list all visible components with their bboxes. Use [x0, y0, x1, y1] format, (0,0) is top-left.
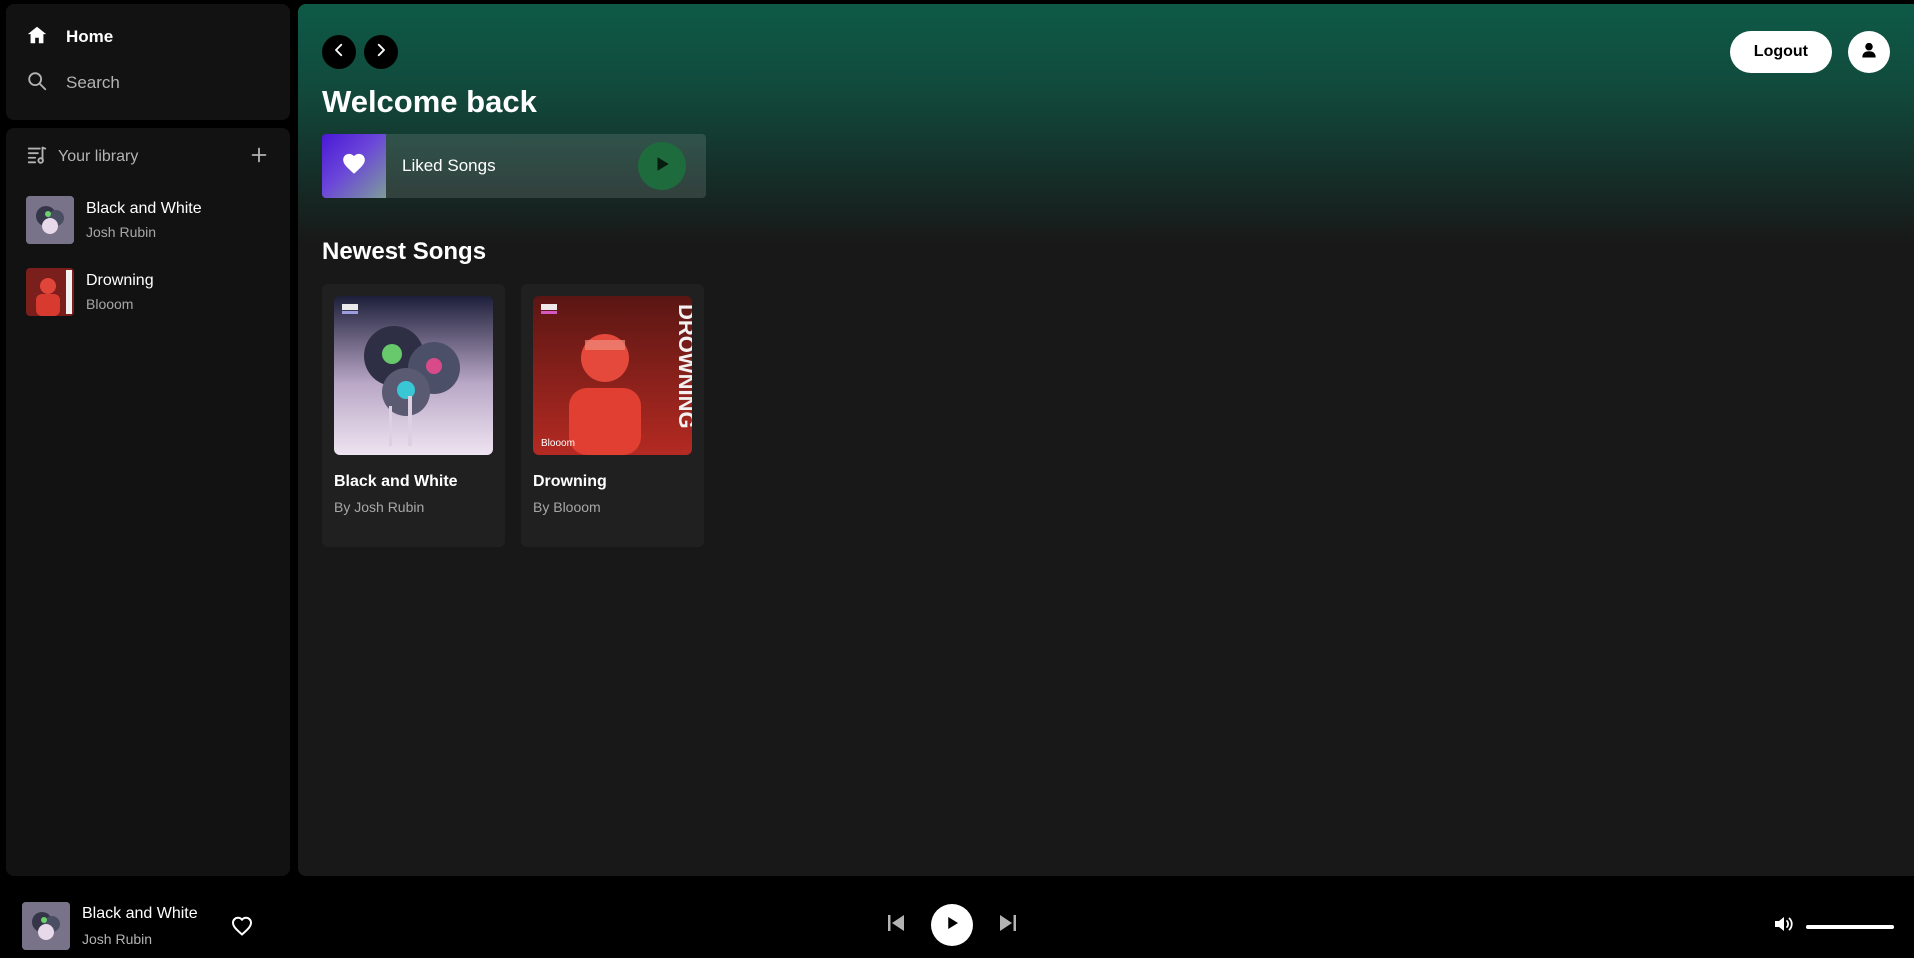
- library-title: Your library: [58, 148, 139, 165]
- chevron-left-icon: [330, 41, 348, 64]
- profile-button[interactable]: [1848, 31, 1890, 73]
- song-card-drowning[interactable]: DROWNING Blooom Drowning By Blooom: [521, 284, 704, 547]
- song-card-artist: By Blooom: [533, 499, 601, 515]
- main-content: Logout Welcome back Liked Songs Newest S…: [298, 4, 1914, 876]
- album-art-black-and-white: [334, 296, 493, 455]
- previous-button[interactable]: [883, 912, 909, 938]
- album-art-black-and-white: [26, 196, 74, 244]
- nav-search[interactable]: Search: [26, 60, 270, 106]
- home-icon: [26, 24, 48, 51]
- song-card-title: Drowning: [533, 473, 607, 490]
- liked-songs-play-button[interactable]: [638, 142, 686, 190]
- now-playing-art: [22, 902, 70, 950]
- volume-icon[interactable]: [1772, 912, 1796, 941]
- next-button[interactable]: [995, 912, 1021, 938]
- album-art-signature: Blooom: [541, 438, 575, 449]
- player-bar: Black and White Josh Rubin: [0, 884, 1914, 958]
- section-title-newest-songs: Newest Songs: [322, 238, 487, 265]
- play-icon: [943, 914, 961, 937]
- topbar-actions: Logout: [1729, 31, 1890, 73]
- newest-songs-grid: Black and White By Josh Rubin DROWNING B…: [322, 284, 1890, 547]
- topbar: Logout: [322, 31, 1890, 73]
- page-title: Welcome back: [322, 84, 537, 119]
- plus-icon[interactable]: [248, 144, 270, 171]
- liked-songs-label: Liked Songs: [402, 156, 496, 175]
- album-art-drowning: [26, 268, 74, 316]
- user-icon: [1859, 40, 1879, 65]
- library-item-artist: Josh Rubin: [86, 224, 157, 240]
- nav-home-label: Home: [66, 27, 114, 46]
- heart-filled-icon: [341, 151, 367, 182]
- volume-control: [1772, 912, 1894, 941]
- volume-slider[interactable]: [1806, 924, 1894, 929]
- sidebar-nav: Home Search: [6, 4, 290, 120]
- library-item-title: Drowning: [86, 272, 154, 289]
- library-toggle[interactable]: Your library: [26, 144, 138, 171]
- liked-songs-art: [322, 134, 386, 198]
- volume-slider-fill: [1806, 924, 1894, 929]
- library-item-drowning[interactable]: Drowning Blooom: [26, 256, 270, 328]
- library-panel: Your library Black and White Josh Rubin …: [6, 128, 290, 876]
- play-pause-button[interactable]: [931, 904, 973, 946]
- search-icon: [26, 70, 48, 97]
- skip-forward-icon: [996, 911, 1020, 940]
- library-list: Black and White Josh Rubin Drowning Bloo…: [26, 184, 270, 328]
- nav-search-label: Search: [66, 73, 120, 92]
- song-card-artist: By Josh Rubin: [334, 499, 425, 515]
- library-icon: [26, 144, 48, 171]
- album-art-text: DROWNING: [674, 304, 692, 429]
- playback-controls: [883, 904, 1021, 946]
- library-item-black-and-white[interactable]: Black and White Josh Rubin: [26, 184, 270, 256]
- now-playing-artist: Josh Rubin: [82, 931, 153, 947]
- nav-home[interactable]: Home: [26, 14, 270, 60]
- logout-button[interactable]: Logout: [1729, 31, 1832, 73]
- liked-songs-card[interactable]: Liked Songs: [322, 134, 706, 198]
- library-header: Your library: [26, 142, 270, 172]
- main-inner: Logout Welcome back Liked Songs Newest S…: [298, 4, 1914, 575]
- skip-back-icon: [884, 911, 908, 940]
- library-item-artist: Blooom: [86, 296, 134, 312]
- app: Home Search Your library Black and White…: [0, 0, 1914, 958]
- history-nav: [322, 35, 398, 69]
- song-card-black-and-white[interactable]: Black and White By Josh Rubin: [322, 284, 505, 547]
- now-playing: Black and White Josh Rubin: [22, 902, 254, 950]
- play-icon: [653, 155, 671, 178]
- forward-button[interactable]: [364, 35, 398, 69]
- album-art-drowning: DROWNING Blooom: [533, 296, 692, 455]
- heart-outline-icon[interactable]: [230, 914, 254, 938]
- now-playing-title: Black and White: [82, 905, 198, 922]
- library-item-title: Black and White: [86, 200, 202, 217]
- chevron-right-icon: [372, 41, 390, 64]
- song-card-title: Black and White: [334, 473, 458, 490]
- back-button[interactable]: [322, 35, 356, 69]
